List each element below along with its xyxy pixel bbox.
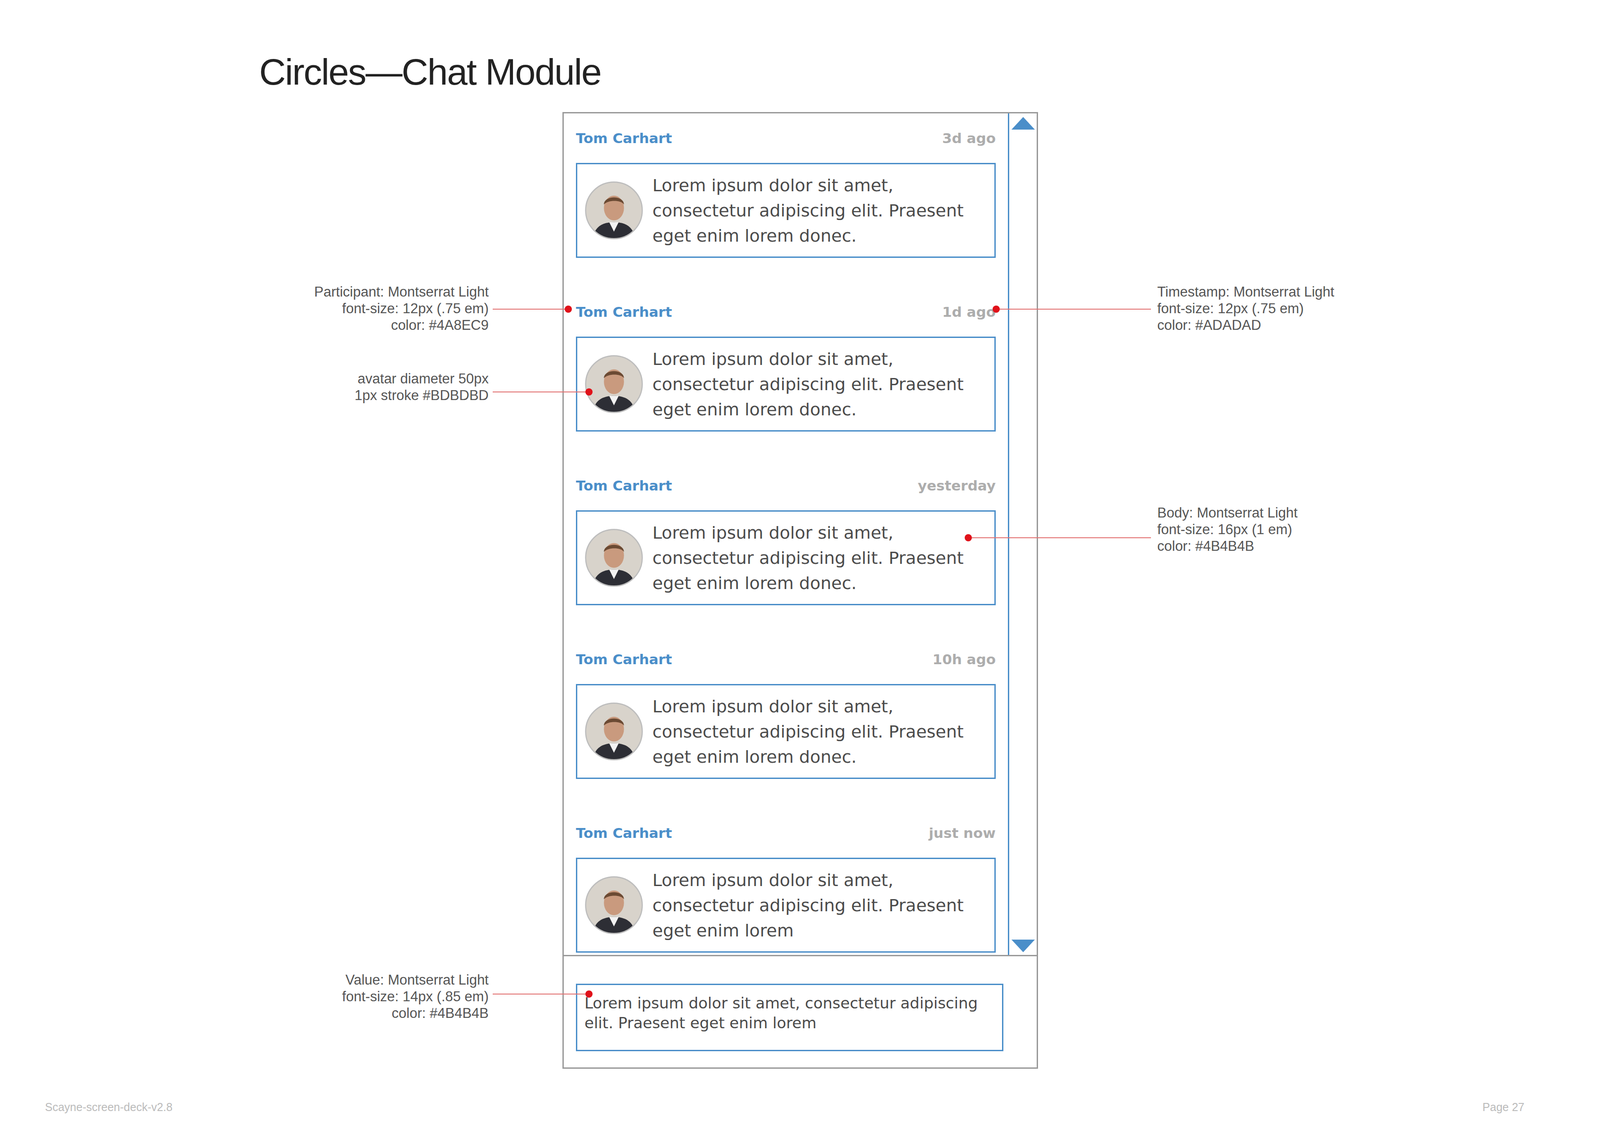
message-bubble: Lorem ipsum dolor sit amet, consectetur … [575,683,996,779]
leader-line [968,537,1151,539]
marker-dot [564,305,572,313]
message-bubble: Lorem ipsum dolor sit amet, consectetur … [575,857,996,953]
message-bubble: Lorem ipsum dolor sit amet, consectetur … [575,162,996,258]
timestamp: just now [928,824,996,841]
annotation-text: avatar diameter 50px1px stroke #BDBDBD [354,370,489,404]
message-body: Lorem ipsum dolor sit amet, consectetur … [652,172,991,249]
timestamp: 10h ago [932,651,996,668]
message-meta: Tom Carhart yesterday [575,474,996,497]
message-body: Lorem ipsum dolor sit amet, consectetur … [652,346,991,423]
annotation-line: Body: Montserrat Light [1157,504,1298,522]
leader-line [492,993,589,995]
leader-line [492,391,589,393]
message-list: Tom Carhart 3d ago Lorem ipsum dolor sit… [563,113,1008,955]
leader-line [492,308,569,310]
annotation-line: 1px stroke #BDBDBD [354,386,489,404]
avatar-icon[interactable] [584,528,644,588]
annotation-line: Value: Montserrat Light [341,971,489,989]
scrollbar[interactable] [1007,113,1037,955]
annotation-line: color: #ADADAD [1157,316,1335,334]
avatar-icon[interactable] [584,875,644,935]
message-meta: Tom Carhart 1d ago [575,300,996,324]
chat-message: Tom Carhart yesterday Lorem ipsum dolor … [575,474,996,606]
spec-page: Circles—Chat Module Tom Carhart 3d ago L… [0,0,1600,1125]
participant-name[interactable]: Tom Carhart [575,651,672,668]
avatar-icon[interactable] [584,701,644,761]
chat-message: Tom Carhart 10h ago Lorem ipsum dolor si… [575,647,996,779]
timestamp: 3d ago [942,130,996,147]
chat-module: Tom Carhart 3d ago Lorem ipsum dolor sit… [562,112,1039,1069]
message-body: Lorem ipsum dolor sit amet, consectetur … [652,693,991,770]
chat-message: Tom Carhart just now Lorem ipsum dolor s… [575,821,996,953]
marker-dot [585,388,593,396]
annotation-line: Participant: Montserrat Light [314,283,489,301]
message-meta: Tom Carhart 3d ago [575,126,996,150]
message-bubble: Lorem ipsum dolor sit amet, consectetur … [575,510,996,606]
annotation-line: font-size: 12px (.75 em) [1157,300,1335,317]
annotation-line: font-size: 12px (.75 em) [314,300,489,317]
annotation-text: Value: Montserrat Lightfont-size: 14px (… [341,971,489,1022]
annotation-line: color: #4A8EC9 [314,316,489,334]
deck-name: Scayne-screen-deck-v2.8 [44,1100,173,1114]
message-body: Lorem ipsum dolor sit amet, consectetur … [652,520,991,596]
scroll-down-icon[interactable] [1010,938,1036,953]
annotation-line: font-size: 16px (1 em) [1157,521,1298,538]
message-body: Lorem ipsum dolor sit amet, consectetur … [652,867,991,944]
marker-dot [992,305,1000,313]
avatar-icon[interactable] [584,180,644,240]
participant-name[interactable]: Tom Carhart [575,130,672,147]
annotation-line: color: #4B4B4B [341,1004,489,1022]
annotation-text: Body: Montserrat Lightfont-size: 16px (1… [1157,504,1298,555]
participant-name[interactable]: Tom Carhart [575,477,672,494]
marker-dot [964,534,972,542]
message-meta: Tom Carhart just now [575,821,996,845]
message-bubble: Lorem ipsum dolor sit amet, consectetur … [575,336,996,432]
annotation-text: Participant: Montserrat Lightfont-size: … [314,283,489,334]
leader-line [996,308,1151,310]
annotation-line: color: #4B4B4B [1157,537,1298,555]
message-meta: Tom Carhart 10h ago [575,647,996,671]
annotation-line: Timestamp: Montserrat Light [1157,283,1335,301]
message-input[interactable]: Lorem ipsum dolor sit amet, consectetur … [575,983,1004,1052]
annotation-text: Timestamp: Montserrat Lightfont-size: 12… [1157,283,1335,334]
chat-message: Tom Carhart 1d ago Lorem ipsum dolor sit… [575,300,996,432]
page-number: Page 27 [1482,1100,1525,1114]
marker-dot [585,990,593,998]
timestamp: yesterday [917,477,996,494]
participant-name[interactable]: Tom Carhart [575,303,672,320]
timestamp: 1d ago [942,303,996,320]
avatar-icon[interactable] [584,354,644,414]
annotation-line: font-size: 14px (.85 em) [341,988,489,1005]
chat-message: Tom Carhart 3d ago Lorem ipsum dolor sit… [575,126,996,258]
participant-name[interactable]: Tom Carhart [575,824,672,841]
page-title: Circles—Chat Module [0,0,1600,95]
composer: Lorem ipsum dolor sit amet, consectetur … [563,956,1016,1068]
scroll-up-icon[interactable] [1010,116,1036,131]
footer: Scayne-screen-deck-v2.8 Page 27 [0,1100,1600,1114]
annotation-line: avatar diameter 50px [354,370,489,387]
